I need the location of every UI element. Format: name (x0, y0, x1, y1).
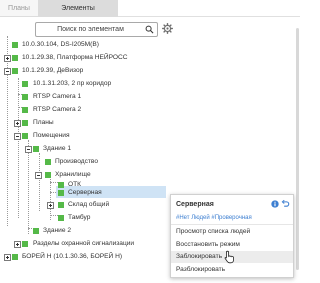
status-indicator (58, 182, 64, 188)
status-indicator (12, 55, 18, 61)
tree-item-label: Планы (33, 119, 54, 126)
tree-item-label: Тамбур (68, 214, 91, 221)
collapse-icon[interactable] (4, 68, 11, 75)
collapse-icon[interactable] (25, 146, 32, 153)
status-indicator (58, 190, 64, 196)
status-indicator (33, 146, 39, 152)
collapse-icon[interactable] (14, 133, 21, 140)
status-indicator (22, 94, 28, 100)
status-indicator (22, 81, 28, 87)
hand-pointer-icon (224, 250, 234, 264)
scrollbar[interactable] (295, 28, 300, 270)
status-indicator (33, 228, 39, 234)
tab-plans[interactable]: Планы (0, 0, 38, 17)
tree-item-label: Здание 2 (43, 227, 71, 234)
tree-item-label: RTSP Camera 2 (33, 106, 82, 113)
menu-item-label: Восстановить режим (176, 241, 240, 248)
tab-bar: Планы Элементы (0, 0, 118, 17)
menu-item-view-people[interactable]: Просмотр списка людей (171, 226, 293, 238)
tree-item-label: БОРЕЙ Н (10.1.30.36, БОРЕЙ Н) (22, 253, 123, 260)
status-indicator (22, 120, 28, 126)
tree-item-label: Здание 1 (43, 145, 71, 152)
status-indicator (12, 254, 18, 260)
menu-item-label: Заблокировать (176, 253, 223, 260)
menu-item-unblock[interactable]: Разблокировать (171, 264, 293, 276)
expand-icon[interactable] (47, 202, 54, 209)
gear-icon[interactable] (162, 23, 173, 34)
status-indicator (58, 215, 64, 221)
status-indicator (22, 107, 28, 113)
tree-item-label: Склад общий (68, 201, 110, 208)
status-indicator (45, 159, 51, 165)
tree-item-label: 10.0.30.104, DS-I205M(B) (22, 41, 99, 48)
tree-guide (7, 36, 8, 226)
status-indicator (12, 68, 18, 74)
tree-item-label: 10.1.29.38, Платформа НЕЙРОСС (22, 54, 128, 61)
expand-icon[interactable] (4, 254, 11, 261)
collapse-icon[interactable] (35, 172, 42, 179)
status-indicator (22, 241, 28, 247)
tree-guide (18, 78, 19, 218)
expand-icon[interactable] (14, 120, 21, 127)
search-icon (145, 25, 154, 34)
menu-divider (171, 224, 293, 225)
info-icon[interactable] (271, 200, 279, 208)
menu-item-label: Разблокировать (176, 266, 226, 273)
status-indicator (12, 42, 18, 48)
status-indicator (45, 172, 51, 178)
undo-icon[interactable] (281, 199, 290, 208)
tree-guide (39, 153, 40, 211)
tree-item-label: Производство (55, 158, 98, 165)
tree-item-label: Хранилище (55, 171, 91, 178)
context-menu: Серверная #Нет Людей #Проверочная Просмо… (170, 194, 294, 278)
expand-icon[interactable] (14, 241, 21, 248)
tab-elements[interactable]: Элементы (38, 0, 118, 17)
status-indicator (58, 202, 64, 208)
tree-item-label: 10.1.31.203, 2 пр коридор (33, 80, 112, 87)
tree-item-label: ОТК (68, 181, 81, 188)
tree-item-label: Разделы охранной сигнализации (33, 240, 135, 247)
search-placeholder: Поиск по элементам (57, 26, 124, 33)
status-indicator (22, 133, 28, 139)
tree-item-label: Серверная (68, 189, 102, 196)
expand-icon[interactable] (4, 55, 11, 62)
tag-list: #Нет Людей #Проверочная (176, 215, 252, 221)
menu-item-label: Просмотр списка людей (176, 228, 251, 235)
tab-divider (118, 16, 300, 17)
context-menu-title: Серверная (176, 201, 214, 208)
scrollbar-thumb[interactable] (296, 28, 299, 270)
tree-item-label: RTSP Camera 1 (33, 93, 82, 100)
tree-item-label: Помещения (33, 132, 70, 139)
tree-item-label: 10.1.29.39, ДеВизор (22, 67, 84, 74)
search-input[interactable]: Поиск по элементам (35, 22, 158, 37)
tree-guide (28, 140, 29, 234)
